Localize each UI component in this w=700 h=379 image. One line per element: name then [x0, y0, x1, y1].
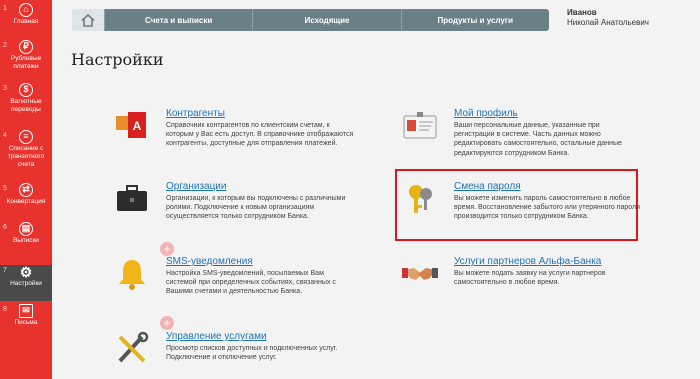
coins-icon: ≡ — [19, 130, 33, 144]
user-full-name: Николай Анатольевич — [567, 18, 649, 27]
add-icon[interactable]: + — [160, 316, 174, 330]
sidebar-item-currency-transfers[interactable]: 3 $ Валютные переводы — [0, 83, 52, 127]
tab-products-services[interactable]: Продукты и услуги — [400, 9, 549, 31]
svg-text:A: A — [133, 119, 142, 133]
sidebar: 1 ⌂ Главная 2 ₽ Рублевые платежи 3 $ Вал… — [0, 0, 52, 379]
tools-icon — [118, 331, 149, 363]
briefcase-icon — [117, 185, 147, 211]
home-button[interactable] — [72, 9, 104, 31]
home-icon — [81, 13, 95, 27]
gear-icon: ⚙ — [19, 264, 33, 280]
password-description: Вы можете изменить пароль самостоятельно… — [454, 195, 640, 221]
user-info[interactable]: Иванов Николай Анатольевич — [567, 8, 649, 28]
profile-description: Ваши персональные данные, указанные при … — [454, 122, 622, 157]
document-icon: ▤ — [19, 222, 33, 236]
bell-icon — [119, 260, 145, 290]
top-navigation: Счета и выписки Исходящие Продукты и усл… — [72, 9, 549, 31]
handshake-icon — [402, 268, 438, 280]
organizations-description: Организации, к которым вы подключены с р… — [166, 195, 346, 221]
sidebar-item-home[interactable]: 1 ⌂ Главная — [0, 3, 52, 37]
user-last-name: Иванов — [567, 8, 597, 17]
sidebar-item-letters[interactable]: 8 ✉ Письма — [0, 304, 52, 340]
organizations-link[interactable]: Организации — [166, 181, 226, 192]
add-icon[interactable]: + — [160, 242, 174, 256]
home-icon: ⌂ — [19, 3, 33, 17]
dollar-icon: $ — [19, 83, 33, 97]
ruble-icon: ₽ — [19, 40, 33, 54]
contractors-description: Справочник контрагентов по клиентским сч… — [166, 122, 354, 148]
services-description: Просмотр списков доступных и подключенны… — [166, 345, 338, 362]
partners-description: Вы можете подать заявку на услуги партне… — [454, 270, 606, 287]
sidebar-item-statements[interactable]: 6 ▤ Выписки — [0, 222, 52, 262]
puzzle-icon: A — [116, 112, 146, 138]
keys-icon — [409, 185, 432, 213]
sms-link[interactable]: SMS-уведомления — [166, 256, 253, 267]
contractors-link[interactable]: Контрагенты — [166, 108, 225, 119]
profile-link[interactable]: Мой профиль — [454, 108, 518, 119]
conversion-icon: ⇄ — [19, 183, 33, 197]
password-link[interactable]: Смена пароля — [454, 181, 521, 192]
page-title: Настройки — [71, 50, 164, 69]
sms-description: Настройка SMS-уведомлений, посылаемых Ва… — [166, 270, 336, 296]
sidebar-item-ruble-payments[interactable]: 2 ₽ Рублевые платежи — [0, 40, 52, 80]
tab-outgoing[interactable]: Исходящие — [252, 9, 400, 31]
sidebar-item-conversion[interactable]: 5 ⇄ Конвертация — [0, 183, 52, 219]
sidebar-item-transit-writeoff[interactable]: 4 ≡ Списание с транзитного счета — [0, 130, 52, 180]
services-link[interactable]: Управление услугами — [166, 331, 267, 342]
envelope-icon: ✉ — [19, 304, 33, 318]
sidebar-item-settings[interactable]: 7 ⚙ Настройки — [0, 265, 52, 301]
id-card-icon — [403, 112, 437, 139]
tab-accounts-statements[interactable]: Счета и выписки — [104, 9, 252, 31]
partners-link[interactable]: Услуги партнеров Альфа-Банка — [454, 256, 601, 267]
